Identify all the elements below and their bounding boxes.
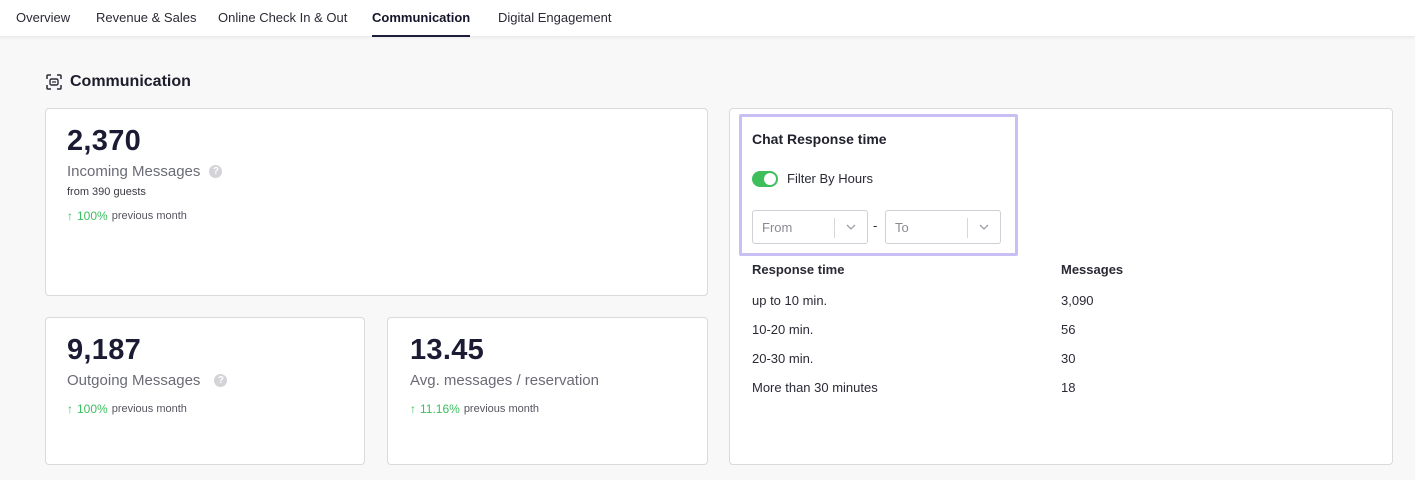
outgoing-value: 9,187 bbox=[67, 334, 142, 366]
arrow-up-icon: ↑ bbox=[67, 402, 73, 416]
trend-period: previous month bbox=[111, 403, 187, 415]
select-divider bbox=[834, 218, 835, 238]
trend-percent: 100% bbox=[77, 209, 108, 223]
chevron-down-icon[interactable] bbox=[845, 221, 857, 233]
tab-digital-engagement[interactable]: Digital Engagement bbox=[498, 0, 611, 37]
column-header-response-time: Response time bbox=[752, 262, 845, 277]
from-placeholder: From bbox=[762, 220, 793, 235]
tab-online-check-in-out[interactable]: Online Check In & Out bbox=[218, 0, 347, 37]
table-row-time: 20-30 min. bbox=[752, 351, 814, 366]
avg-messages-card: 13.45 Avg. messages / reservation ↑ 11.1… bbox=[387, 317, 708, 465]
tab-communication[interactable]: Communication bbox=[372, 0, 471, 37]
column-header-messages: Messages bbox=[1061, 262, 1124, 277]
outgoing-label: Outgoing Messages bbox=[67, 372, 201, 389]
table-row-time: up to 10 min. bbox=[752, 293, 828, 308]
help-icon[interactable]: ? bbox=[214, 374, 228, 387]
table-row-messages: 56 bbox=[1061, 322, 1076, 337]
to-hour-select[interactable]: To bbox=[885, 210, 1001, 244]
incoming-label-row: Incoming Messages ? bbox=[67, 163, 223, 180]
help-icon[interactable]: ? bbox=[209, 165, 223, 178]
avg-label: Avg. messages / reservation bbox=[410, 372, 599, 389]
to-placeholder: To bbox=[895, 220, 909, 235]
avg-value: 13.45 bbox=[410, 334, 485, 366]
incoming-messages-card: 2,370 Incoming Messages ? from 390 guest… bbox=[45, 108, 708, 296]
table-row-messages: 18 bbox=[1061, 380, 1076, 395]
incoming-value: 2,370 bbox=[67, 125, 142, 157]
arrow-up-icon: ↑ bbox=[67, 209, 73, 223]
toggle-knob bbox=[764, 173, 776, 185]
table-row-time: 10-20 min. bbox=[752, 322, 814, 337]
table-row-messages: 3,090 bbox=[1061, 293, 1094, 308]
range-separator: - bbox=[873, 218, 878, 233]
outgoing-trend: ↑ 100% previous month bbox=[67, 402, 187, 416]
table-row-time: More than 30 minutes bbox=[752, 380, 878, 395]
arrow-up-icon: ↑ bbox=[410, 402, 416, 416]
trend-percent: 100% bbox=[77, 402, 108, 416]
filter-by-hours-label: Filter By Hours bbox=[787, 171, 873, 186]
page-title: Communication bbox=[70, 73, 191, 90]
avg-trend: ↑ 11.16% previous month bbox=[410, 402, 539, 416]
incoming-label: Incoming Messages bbox=[67, 163, 201, 180]
incoming-trend: ↑ 100% previous month bbox=[67, 209, 187, 223]
tab-revenue-sales[interactable]: Revenue & Sales bbox=[96, 0, 196, 37]
select-divider bbox=[967, 218, 968, 238]
tab-overview[interactable]: Overview bbox=[16, 0, 70, 37]
trend-percent: 11.16% bbox=[420, 402, 460, 416]
from-hour-select[interactable]: From bbox=[752, 210, 868, 244]
chat-frame-icon bbox=[46, 74, 62, 90]
top-nav: Overview Revenue & Sales Online Check In… bbox=[0, 0, 1415, 37]
table-row-messages: 30 bbox=[1061, 351, 1076, 366]
outgoing-label-row: Outgoing Messages ? bbox=[67, 372, 228, 389]
section-header: Communication bbox=[45, 72, 191, 92]
incoming-guests-note: from 390 guests bbox=[67, 186, 146, 198]
outgoing-messages-card: 9,187 Outgoing Messages ? ↑ 100% previou… bbox=[45, 317, 365, 465]
chevron-down-icon[interactable] bbox=[978, 221, 990, 233]
chat-response-title: Chat Response time bbox=[752, 131, 887, 147]
trend-period: previous month bbox=[111, 210, 187, 222]
filter-by-hours-toggle[interactable] bbox=[752, 171, 778, 187]
trend-period: previous month bbox=[463, 403, 540, 415]
avg-label-row: Avg. messages / reservation bbox=[410, 372, 599, 389]
